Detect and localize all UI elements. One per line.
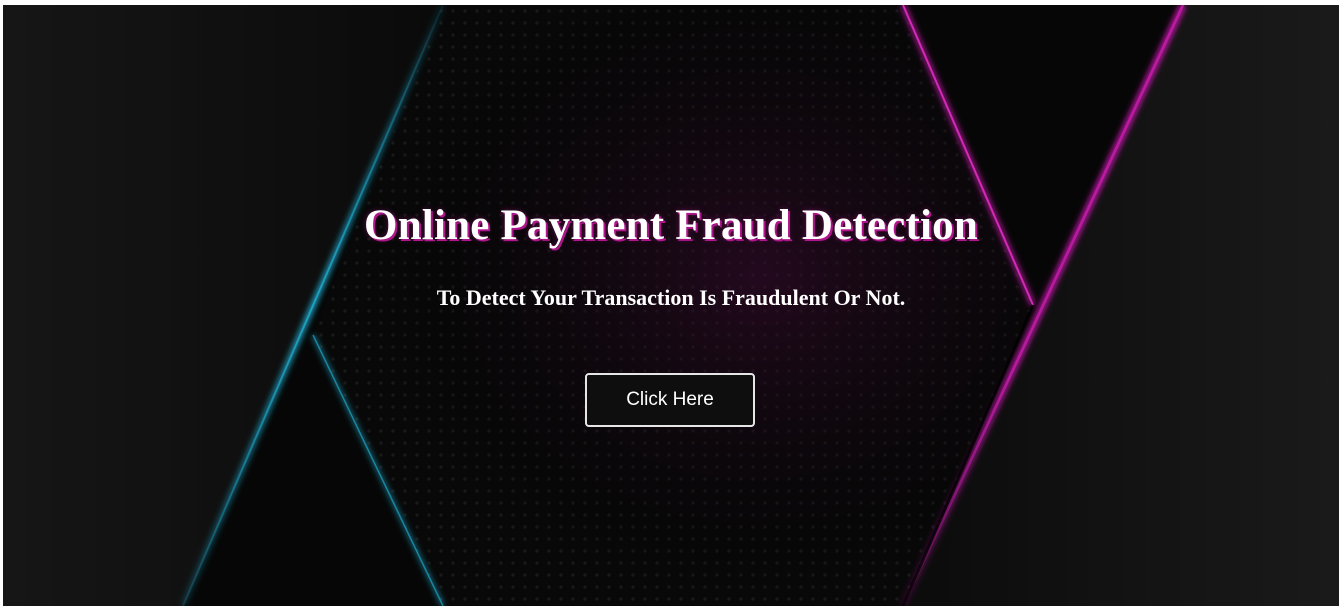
hero-section: Online Payment Fraud Detection To Detect… [3, 5, 1339, 606]
hero-content: Online Payment Fraud Detection To Detect… [3, 5, 1339, 606]
click-here-button[interactable]: Click Here [585, 373, 755, 427]
page-title: Online Payment Fraud Detection [364, 202, 978, 249]
page-subtitle: To Detect Your Transaction Is Fraudulent… [436, 285, 906, 310]
